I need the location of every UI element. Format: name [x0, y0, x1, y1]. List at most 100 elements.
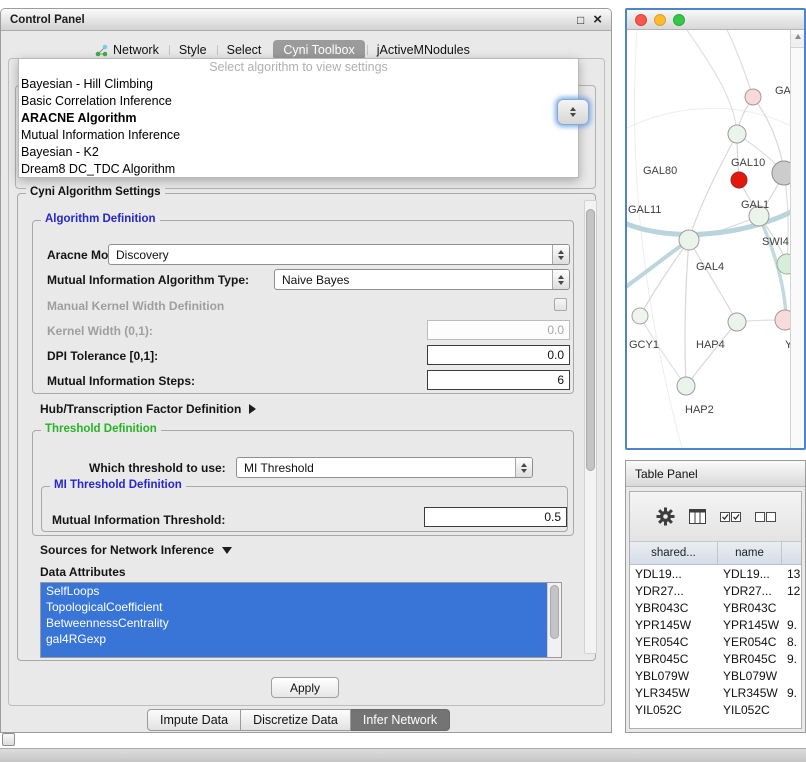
tab-cyni-toolbox[interactable]: Cyni Toolbox — [273, 40, 364, 60]
algorithm-combo-stepper[interactable] — [557, 99, 589, 125]
apply-button[interactable]: Apply — [271, 677, 339, 698]
mi-threshold-label: Mutual Information Threshold: — [52, 513, 225, 527]
attribute-item-betweennesscentrality[interactable]: BetweennessCentrality — [41, 615, 548, 631]
network-node[interactable] — [679, 230, 699, 250]
float-window-icon[interactable]: □ — [577, 14, 584, 26]
table-rows: YDL19...YDL19...13YDR27...YDR27...12YBR0… — [630, 565, 801, 718]
column-header-extra[interactable] — [782, 542, 801, 564]
mi-steps-label: Mutual Information Steps: — [47, 374, 195, 388]
algorithm-option-mutual-information-inference[interactable]: Mutual Information Inference — [19, 127, 578, 144]
list-vertical-scrollbar[interactable] — [547, 583, 561, 657]
network-edge[interactable] — [686, 322, 737, 386]
settings-vertical-scrollbar[interactable] — [584, 200, 597, 654]
network-node[interactable] — [632, 308, 648, 324]
mi-threshold-definition-group: MI Threshold Definition Mutual Informati… — [41, 486, 568, 532]
mi-steps-field[interactable]: 6 — [427, 370, 570, 390]
tab-style[interactable]: Style — [169, 40, 217, 60]
close-window-icon[interactable]: × — [593, 12, 602, 27]
network-edge[interactable] — [687, 30, 737, 134]
zoom-traffic-light-icon[interactable] — [673, 14, 685, 26]
manual-kernel-width-checkbox[interactable] — [554, 298, 567, 311]
tab-select[interactable]: Select — [217, 40, 272, 60]
algorithm-option-basic-correlation-inference[interactable]: Basic Correlation Inference — [19, 93, 578, 110]
table-row[interactable]: YBR045CYBR045C9. — [630, 650, 801, 667]
attribute-item-topologicalcoefficient[interactable]: TopologicalCoefficient — [41, 599, 548, 615]
deselect-all-checkboxes-icon[interactable] — [755, 512, 776, 522]
table-cell: YBR045C — [718, 652, 782, 666]
tab-discretize-data[interactable]: Discretize Data — [241, 709, 351, 731]
table-row[interactable]: YDL19...YDL19...13 — [630, 565, 801, 582]
network-edge[interactable] — [640, 316, 686, 386]
mi-algorithm-type-value: Naive Bayes — [275, 273, 552, 287]
tab-impute-data[interactable]: Impute Data — [147, 709, 241, 731]
attribute-item-selfloops[interactable]: SelfLoops — [41, 583, 548, 599]
algorithm-option-dream8-dc-tdc-algorithm[interactable]: Dream8 DC_TDC Algorithm — [19, 161, 578, 178]
network-canvas[interactable]: GALGAL80GAL10GAL11GAL1SWI4GAL4GCY1HAP4YH… — [627, 30, 791, 448]
column-header-name[interactable]: name — [718, 542, 782, 564]
algorithm-option-bayesian-k2[interactable]: Bayesian - K2 — [19, 144, 578, 161]
network-node[interactable] — [775, 310, 791, 330]
sources-expander[interactable]: Sources for Network Inference — [40, 543, 232, 557]
table-row[interactable]: YDR27...YDR27...12 — [630, 582, 801, 599]
network-node[interactable] — [745, 89, 761, 105]
stepper-up-icon — [570, 107, 576, 111]
table-panel-titlebar[interactable]: Table Panel — [626, 461, 805, 487]
mi-algorithm-type-combo[interactable]: Naive Bayes — [274, 269, 570, 290]
table-cell: YIL052C — [630, 703, 718, 717]
network-node-label: GAL4 — [696, 261, 724, 273]
network-edge[interactable] — [627, 240, 689, 286]
select-all-checkboxes-icon[interactable] — [720, 512, 741, 522]
hub-definition-expander[interactable]: Hub/Transcription Factor Definition — [40, 402, 256, 416]
table-row[interactable]: YLR345WYLR345W9. — [630, 684, 801, 701]
table-row[interactable]: YBL079WYBL079W — [630, 667, 801, 684]
attribute-item-gal4rgexp[interactable]: gal4RGexp — [41, 631, 548, 647]
network-vertical-scrollbar[interactable] — [790, 30, 804, 448]
which-threshold-combo[interactable]: MI Threshold — [236, 457, 533, 478]
algorithm-option-bayesian-hill-climbing[interactable]: Bayesian - Hill Climbing — [19, 76, 578, 93]
network-edge[interactable] — [727, 30, 753, 97]
dpi-tolerance-field[interactable]: 0.0 — [427, 345, 570, 365]
settings-scrollbar-thumb[interactable] — [586, 209, 595, 471]
network-node[interactable] — [731, 172, 747, 188]
control-panel-titlebar[interactable]: Control Panel □ × — [1, 9, 611, 31]
aracne-mode-combo[interactable]: Discovery — [108, 244, 570, 265]
network-node[interactable] — [728, 313, 746, 331]
table-row[interactable]: YER054CYER054C8. — [630, 633, 801, 650]
table-row[interactable]: YPR145WYPR145W9. — [630, 616, 801, 633]
algorithm-option-aracne-algorithm[interactable]: ARACNE Algorithm — [19, 110, 578, 127]
algorithm-dropdown-popup: Select algorithm to view settings Bayesi… — [18, 58, 579, 178]
attribute-item-partial[interactable] — [41, 647, 548, 658]
network-edge[interactable] — [640, 240, 689, 316]
scroll-up-icon[interactable] — [791, 34, 804, 48]
table-cell: YDR27... — [630, 584, 718, 598]
network-window-titlebar[interactable] — [627, 10, 804, 30]
network-edge[interactable] — [689, 134, 737, 240]
close-traffic-light-icon[interactable] — [635, 14, 647, 26]
settings-gear-icon[interactable] — [656, 507, 675, 526]
network-svg[interactable]: GALGAL80GAL10GAL11GAL1SWI4GAL4GCY1HAP4YH… — [627, 30, 791, 448]
column-header-shared[interactable]: shared... — [630, 542, 718, 564]
network-edge[interactable] — [685, 240, 689, 386]
minimize-traffic-light-icon[interactable] — [654, 14, 666, 26]
tab-network[interactable]: Network — [85, 40, 169, 60]
network-node-label: SWI4 — [762, 236, 789, 248]
table-row[interactable]: YIL052CYIL052C — [630, 701, 801, 718]
list-scrollbar-thumb[interactable] — [550, 585, 559, 639]
network-edge[interactable] — [689, 240, 737, 322]
tab-label: Cyni Toolbox — [283, 43, 354, 57]
kernel-width-field[interactable]: 0.0 — [427, 320, 570, 340]
network-edge[interactable] — [634, 30, 682, 448]
tab-jactivemnodules[interactable]: jActiveMNodules — [367, 40, 480, 60]
network-node[interactable] — [728, 125, 746, 143]
network-node[interactable] — [772, 161, 791, 185]
network-edge[interactable] — [784, 173, 788, 264]
kernel-width-label: Kernel Width (0,1): — [47, 324, 153, 338]
column-layout-icon[interactable] — [689, 509, 706, 524]
table-row[interactable]: YBR043CYBR043C — [630, 599, 801, 616]
tab-infer-network[interactable]: Infer Network — [351, 709, 450, 731]
mi-threshold-field[interactable]: 0.5 — [424, 507, 567, 527]
tab-label: jActiveMNodules — [377, 43, 470, 57]
minimized-window-icon[interactable] — [2, 733, 15, 746]
data-attributes-listbox[interactable]: SelfLoopsTopologicalCoefficientBetweenne… — [40, 582, 562, 658]
network-node[interactable] — [677, 377, 695, 395]
